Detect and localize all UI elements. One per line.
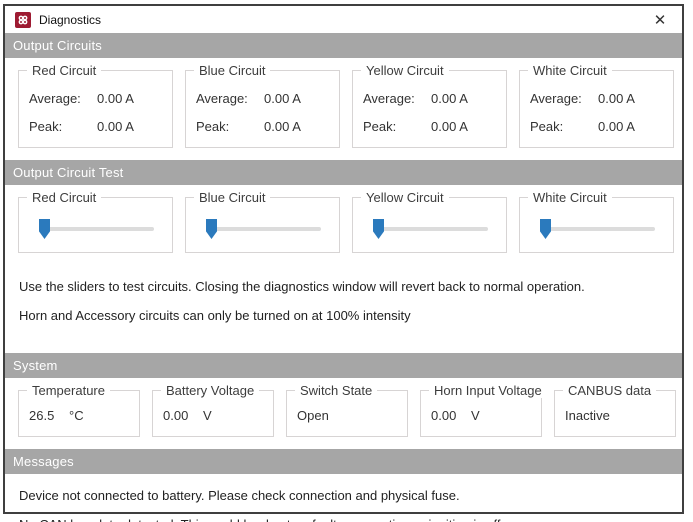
slider-track[interactable] <box>43 227 154 231</box>
system-box-switch-state: Switch State Open <box>286 390 408 437</box>
field-value: 0.00 <box>163 408 203 423</box>
close-icon[interactable]: ✕ <box>646 8 674 32</box>
message-line-2: No CAN bus data detected. This could be … <box>19 517 682 522</box>
average-label: Average: <box>29 91 97 106</box>
notes-block: Use the sliders to test circuits. Closin… <box>5 265 682 353</box>
peak-label: Peak: <box>363 119 431 134</box>
groupbox-title: Temperature <box>27 383 110 398</box>
peak-value: 0.00 A <box>264 119 329 134</box>
slider-thumb[interactable] <box>206 219 217 239</box>
average-label: Average: <box>363 91 431 106</box>
average-label: Average: <box>530 91 598 106</box>
output-circuits-row: Red Circuit Average:0.00 A Peak:0.00 A B… <box>5 58 682 160</box>
app-logo-icon <box>15 12 31 28</box>
groupbox-title: Horn Input Voltage <box>429 383 547 398</box>
circuit-box-yellow: Yellow Circuit Average:0.00 A Peak:0.00 … <box>352 70 507 148</box>
section-header-output-circuits: Output Circuits <box>5 33 682 58</box>
section-header-output-circuit-test: Output Circuit Test <box>5 160 682 185</box>
system-box-temperature: Temperature 26.5°C <box>18 390 140 437</box>
system-box-canbus-data: CANBUS data Inactive <box>554 390 676 437</box>
yellow-circuit-slider[interactable] <box>363 198 496 252</box>
groupbox-title: Switch State <box>295 383 377 398</box>
slider-track[interactable] <box>377 227 488 231</box>
average-value: 0.00 A <box>598 91 663 106</box>
slider-thumb[interactable] <box>540 219 551 239</box>
section-header-messages: Messages <box>5 449 682 474</box>
peak-label: Peak: <box>196 119 264 134</box>
slider-box-yellow: Yellow Circuit <box>352 197 507 253</box>
field-unit: V <box>203 408 212 423</box>
slider-box-blue: Blue Circuit <box>185 197 340 253</box>
field-unit: V <box>471 408 480 423</box>
circuit-box-white: White Circuit Average:0.00 A Peak:0.00 A <box>519 70 674 148</box>
average-value: 0.00 A <box>264 91 329 106</box>
slider-thumb[interactable] <box>373 219 384 239</box>
peak-label: Peak: <box>530 119 598 134</box>
field-unit: °C <box>69 408 84 423</box>
field-value: 26.5 <box>29 408 69 423</box>
groupbox-title: Red Circuit <box>27 63 101 78</box>
red-circuit-slider[interactable] <box>29 198 162 252</box>
slider-box-white: White Circuit <box>519 197 674 253</box>
field-value: Open <box>297 408 337 423</box>
circuit-box-red: Red Circuit Average:0.00 A Peak:0.00 A <box>18 70 173 148</box>
screen: Diagnostics ✕ Output Circuits Red Circui… <box>0 0 693 522</box>
section-header-system: System <box>5 353 682 378</box>
white-circuit-slider[interactable] <box>530 198 663 252</box>
diagnostics-window: Diagnostics ✕ Output Circuits Red Circui… <box>3 4 684 514</box>
groupbox-title: CANBUS data <box>563 383 656 398</box>
note-line-2: Horn and Accessory circuits can only be … <box>19 308 682 323</box>
slider-track[interactable] <box>210 227 321 231</box>
circuit-box-blue: Blue Circuit Average:0.00 A Peak:0.00 A <box>185 70 340 148</box>
peak-value: 0.00 A <box>431 119 496 134</box>
groupbox-title: Yellow Circuit <box>361 63 449 78</box>
system-row: Temperature 26.5°C Battery Voltage 0.00V… <box>5 378 682 449</box>
field-value: Inactive <box>565 408 610 423</box>
peak-value: 0.00 A <box>598 119 663 134</box>
slider-thumb[interactable] <box>39 219 50 239</box>
output-circuit-test-row: Red Circuit Blue Circuit Yellow Circuit <box>5 185 682 265</box>
message-line-1: Device not connected to battery. Please … <box>19 488 682 503</box>
title-bar: Diagnostics ✕ <box>5 6 682 33</box>
average-label: Average: <box>196 91 264 106</box>
slider-track[interactable] <box>544 227 655 231</box>
note-line-1: Use the sliders to test circuits. Closin… <box>19 279 682 294</box>
blue-circuit-slider[interactable] <box>196 198 329 252</box>
groupbox-title: Battery Voltage <box>161 383 259 398</box>
slider-box-red: Red Circuit <box>18 197 173 253</box>
window-title: Diagnostics <box>39 13 101 27</box>
groupbox-title: Blue Circuit <box>194 63 270 78</box>
peak-value: 0.00 A <box>97 119 162 134</box>
average-value: 0.00 A <box>97 91 162 106</box>
messages-block: Device not connected to battery. Please … <box>5 474 682 522</box>
system-box-battery-voltage: Battery Voltage 0.00V <box>152 390 274 437</box>
field-value: 0.00 <box>431 408 471 423</box>
groupbox-title: White Circuit <box>528 63 612 78</box>
peak-label: Peak: <box>29 119 97 134</box>
system-box-horn-input-voltage: Horn Input Voltage 0.00V <box>420 390 542 437</box>
average-value: 0.00 A <box>431 91 496 106</box>
